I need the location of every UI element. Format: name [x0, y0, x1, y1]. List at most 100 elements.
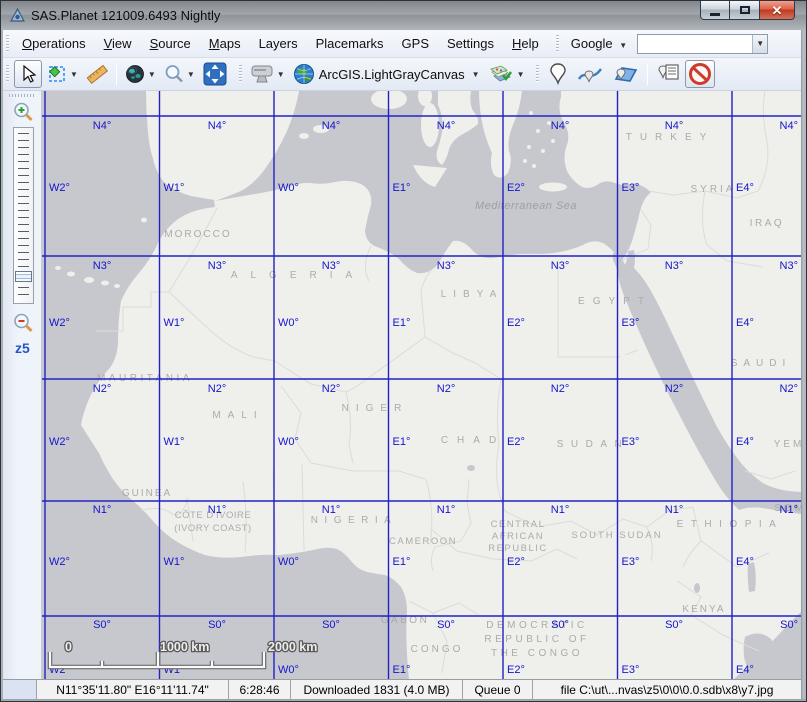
- country-label: TURKEY: [626, 132, 715, 143]
- grid-label: N1°: [437, 504, 455, 516]
- grid-label: N2°: [780, 383, 798, 395]
- grid-label: W2°: [49, 556, 70, 568]
- grid-label: W0°: [278, 664, 299, 676]
- window-title: SAS.Planet 121009.6493 Nightly: [31, 8, 220, 23]
- country-label: KENYA: [682, 604, 725, 615]
- zoom-rect-tool-button[interactable]: ▼: [122, 60, 159, 88]
- grid-label: E4°: [736, 317, 754, 329]
- menu-maps[interactable]: Maps: [200, 32, 250, 55]
- dark-globe-icon: [125, 64, 145, 84]
- grid-label: N2°: [665, 383, 683, 395]
- grid-label: N1°: [665, 504, 683, 516]
- grid-label: S0°: [437, 619, 455, 631]
- country-label: SUDAN: [557, 439, 630, 450]
- grid-label: S0°: [551, 619, 569, 631]
- menu-gps[interactable]: GPS: [393, 32, 438, 55]
- app-icon: [10, 8, 25, 23]
- title-bar[interactable]: SAS.Planet 121009.6493 Nightly ✕: [1, 1, 806, 30]
- grid-label: W1°: [164, 182, 185, 194]
- grid-label: N2°: [93, 383, 111, 395]
- pan-tool-button[interactable]: [14, 60, 42, 88]
- toolbar-grip[interactable]: [536, 65, 539, 83]
- zoom-in-button[interactable]: [12, 101, 35, 124]
- search-engine-dropdown[interactable]: Google ▼: [563, 36, 631, 51]
- search-input[interactable]: [638, 35, 752, 53]
- maximize-button[interactable]: [730, 1, 759, 20]
- status-spacer-cell: [3, 680, 37, 699]
- panel-grip[interactable]: [9, 94, 35, 97]
- grid-label: N4°: [208, 120, 226, 132]
- placemark-manager-button[interactable]: [653, 60, 683, 88]
- grid-label: N4°: [780, 120, 798, 132]
- toolbar-grip[interactable]: [6, 35, 9, 53]
- close-button[interactable]: ✕: [759, 1, 795, 20]
- menu-view[interactable]: View: [95, 32, 141, 55]
- toolbar-grip[interactable]: [239, 65, 242, 83]
- country-label: DEMOCRATICREPUBLIC OFTHE CONGO: [484, 620, 589, 659]
- grid-label: E2°: [507, 317, 525, 329]
- country-label: MALI: [212, 410, 263, 421]
- status-tile-file: file C:\ut\...nvas\z5\0\0\0.0.sdb\x8\y7.…: [533, 680, 801, 699]
- grid-label: N1°: [93, 504, 111, 516]
- country-label: EGYPT: [578, 296, 652, 307]
- search-combobox[interactable]: ▼: [637, 34, 768, 54]
- grid-label: N1°: [208, 504, 226, 516]
- add-polygon-button[interactable]: [608, 60, 642, 88]
- scale-bar-label: 2000 km: [268, 640, 317, 654]
- status-coordinates: N11°35'11.80" E16°11'11.74": [37, 680, 229, 699]
- grid-label: W0°: [278, 317, 299, 329]
- menu-settings[interactable]: Settings: [438, 32, 503, 55]
- grid-label: W2°: [49, 436, 70, 448]
- grid-label: E1°: [393, 556, 411, 568]
- country-label: CONGO: [411, 644, 464, 655]
- hide-placemarks-button[interactable]: [685, 60, 715, 88]
- zoom-slider[interactable]: [13, 127, 34, 304]
- grid-label: N4°: [665, 120, 683, 132]
- grid-label: N1°: [551, 504, 569, 516]
- toolbar-grip[interactable]: [6, 65, 9, 83]
- grid-label: E4°: [736, 182, 754, 194]
- grid-label: N2°: [322, 383, 340, 395]
- fullscreen-icon: [203, 62, 227, 86]
- menu-help[interactable]: Help: [503, 32, 548, 55]
- grid-label: E3°: [622, 664, 640, 676]
- country-label: CENTRALAFRICANREPUBLIC: [488, 519, 548, 554]
- magnifier-icon: [164, 64, 184, 84]
- ruler-tool-button[interactable]: [83, 60, 111, 88]
- zoom-slider-thumb[interactable]: [15, 271, 32, 282]
- chevron-down-icon: ▼: [756, 39, 764, 48]
- download-device-icon: [250, 63, 274, 85]
- zoom-out-button[interactable]: [12, 312, 35, 335]
- menu-source[interactable]: Source: [141, 32, 200, 55]
- menu-layers[interactable]: Layers: [250, 32, 307, 55]
- grid-label: E3°: [622, 182, 640, 194]
- map-view[interactable]: MOROCCOALGERIATURKEYSYRIAIRAQMediterrane…: [42, 91, 801, 679]
- map-source-button[interactable]: ArcGIS.LightGrayCanvas ▼: [290, 60, 483, 88]
- grid-label: E2°: [507, 182, 525, 194]
- fullscreen-button[interactable]: [200, 60, 230, 88]
- grid-label: N3°: [93, 260, 111, 272]
- grid-label: E1°: [393, 317, 411, 329]
- toolbar-grip[interactable]: [556, 35, 559, 53]
- menu-operations[interactable]: Operations: [13, 32, 95, 55]
- layers-button[interactable]: ▼: [485, 60, 528, 88]
- add-placemark-button[interactable]: [544, 60, 572, 88]
- chevron-down-icon: ▼: [472, 70, 480, 79]
- search-dropdown-button[interactable]: ▼: [752, 35, 767, 53]
- magnifier-tool-button[interactable]: ▼: [161, 60, 198, 88]
- minimize-button[interactable]: [700, 1, 730, 20]
- grid-label: N3°: [780, 260, 798, 272]
- status-bar: N11°35'11.80" E16°11'11.74" 6:28:46 Down…: [3, 679, 801, 699]
- app-window: SAS.Planet 121009.6493 Nightly ✕ Operati…: [0, 0, 807, 702]
- toolbar-separator: [647, 63, 648, 85]
- grid-label: N1°: [322, 504, 340, 516]
- add-path-button[interactable]: [574, 60, 606, 88]
- scale-bar-label: 0: [65, 640, 72, 654]
- grid-label: N3°: [665, 260, 683, 272]
- menu-placemarks[interactable]: Placemarks: [307, 32, 393, 55]
- download-manager-button[interactable]: ▼: [247, 60, 288, 88]
- grid-label: E2°: [507, 556, 525, 568]
- placemark-pin-icon: [549, 63, 567, 85]
- selection-tool-button[interactable]: ▼: [44, 60, 81, 88]
- country-label: CHAD: [441, 435, 505, 446]
